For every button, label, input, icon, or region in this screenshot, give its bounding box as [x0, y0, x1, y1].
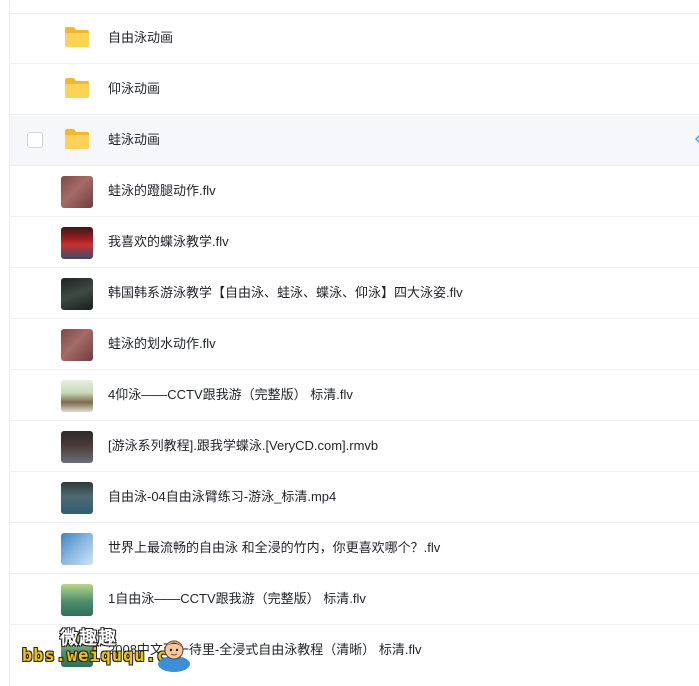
list-item[interactable]: 蛙泳的划水动作.flv [10, 320, 699, 370]
video-thumbnail [61, 482, 93, 514]
folder-icon [65, 27, 89, 47]
list-item[interactable]: 世界上最流畅的自由泳 和全浸的竹内，你更喜欢哪个？.flv [10, 524, 699, 574]
video-thumbnail [61, 227, 93, 259]
file-name[interactable]: 蛙泳的划水动作.flv [108, 335, 216, 353]
list-item[interactable]: 4仰泳——CCTV跟我游（完整版） 标清.flv [10, 371, 699, 421]
video-thumbnail [61, 329, 93, 361]
mascot-icon [158, 640, 190, 672]
file-name[interactable]: 自由泳-04自由泳臂练习-游泳_标清.mp4 [108, 488, 336, 506]
file-name[interactable]: 蛙泳动画 [108, 131, 160, 149]
video-thumbnail [61, 584, 93, 616]
file-name[interactable]: 韩国韩系游泳教学【自由泳、蛙泳、蝶泳、仰泳】四大泳姿.flv [108, 284, 463, 302]
list-item[interactable]: [游泳系列教程].跟我学蝶泳.[VeryCD.com].rmvb [10, 422, 699, 472]
video-thumbnail [61, 278, 93, 310]
list-item[interactable]: 我喜欢的蝶泳教学.flv [10, 218, 699, 268]
share-icon[interactable] [695, 134, 699, 144]
video-thumbnail [61, 431, 93, 463]
select-checkbox[interactable] [27, 132, 43, 148]
list-item-selected[interactable]: 蛙泳动画 [10, 116, 699, 166]
file-name[interactable]: 1自由泳——CCTV跟我游（完整版） 标清.flv [108, 590, 366, 608]
list-item[interactable]: 韩国韩系游泳教学【自由泳、蛙泳、蝶泳、仰泳】四大泳姿.flv [10, 269, 699, 319]
file-name[interactable]: 自由泳动画 [108, 29, 173, 47]
list-item[interactable]: 1自由泳——CCTV跟我游（完整版） 标清.flv [10, 575, 699, 625]
folder-icon [65, 78, 89, 98]
folder-icon [65, 129, 89, 149]
video-thumbnail [61, 176, 93, 208]
file-name[interactable]: 世界上最流畅的自由泳 和全浸的竹内，你更喜欢哪个？.flv [108, 539, 440, 557]
site-watermark: 微趣趣 bbs.weiququ.cn [22, 622, 202, 686]
file-name[interactable]: 蛙泳的蹬腿动作.flv [108, 182, 216, 200]
file-name[interactable]: [游泳系列教程].跟我学蝶泳.[VeryCD.com].rmvb [108, 437, 378, 455]
list-item[interactable]: 仰泳动画 [10, 65, 699, 115]
file-name[interactable]: 仰泳动画 [108, 80, 160, 98]
list-item-partial [10, 0, 699, 14]
file-name[interactable]: 我喜欢的蝶泳教学.flv [108, 233, 229, 251]
file-name[interactable]: 4仰泳——CCTV跟我游（完整版） 标清.flv [108, 386, 353, 404]
video-thumbnail [61, 380, 93, 412]
file-list: 自由泳动画 仰泳动画 蛙泳动画 蛙泳的蹬腿动作.flv 我喜欢的蝶泳教学.flv… [10, 0, 699, 686]
video-thumbnail [61, 533, 93, 565]
list-item[interactable]: 自由泳-04自由泳臂练习-游泳_标清.mp4 [10, 473, 699, 523]
list-item[interactable]: 自由泳动画 [10, 14, 699, 64]
list-item[interactable]: 蛙泳的蹬腿动作.flv [10, 167, 699, 217]
